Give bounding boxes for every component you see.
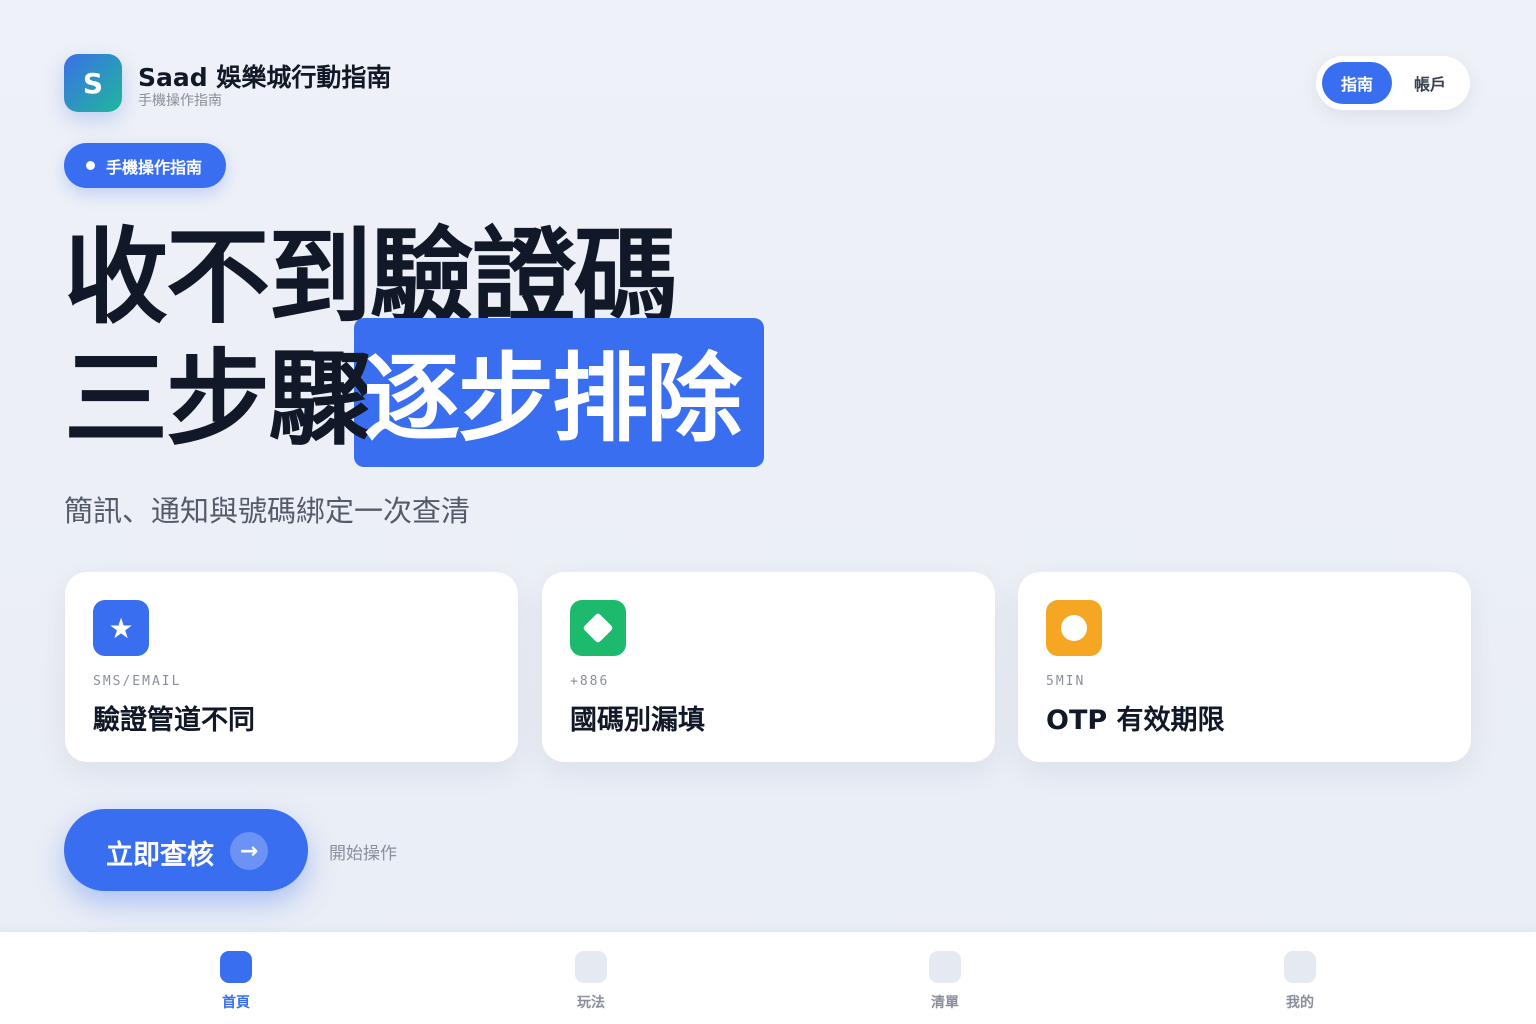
app-title: Saad 娛樂城行動指南 <box>138 63 392 92</box>
info-card-channel[interactable]: ★ SMS/EMAIL 驗證管道不同 <box>65 572 518 762</box>
star-icon: ★ <box>93 600 149 656</box>
card-tag: 5MIN <box>1046 674 1086 689</box>
list-icon <box>929 951 961 983</box>
tab-profile[interactable]: 我的 <box>1240 932 1360 1024</box>
tab-label: 首頁 <box>222 995 250 1011</box>
card-tag: +886 <box>570 674 610 689</box>
info-card-country-code[interactable]: +886 國碼別漏填 <box>542 572 995 762</box>
circle-icon <box>1046 600 1102 656</box>
cta-hint: 開始操作 <box>329 844 397 864</box>
logo-letter: S <box>82 66 104 100</box>
hero-title-line1: 收不到驗證碼 <box>64 216 678 338</box>
tab-label: 玩法 <box>577 995 605 1011</box>
segment-account-button[interactable]: 帳戶 <box>1396 62 1464 104</box>
check-now-button[interactable]: 立即查核 → <box>64 809 308 891</box>
dot-icon <box>86 161 95 170</box>
category-badge: 手機操作指南 <box>64 143 227 188</box>
tab-label: 我的 <box>1286 995 1314 1011</box>
card-title: 驗證管道不同 <box>93 705 255 736</box>
app-subtitle: 手機操作指南 <box>138 93 222 109</box>
profile-icon <box>1284 951 1316 983</box>
hero-title-line2: 三步驟 <box>64 338 372 460</box>
bottom-tab-bar: 首頁 玩法 清單 我的 <box>0 932 1536 1024</box>
arrow-right-icon: → <box>230 832 268 870</box>
hero-title-highlight: 逐步排除 <box>364 343 742 455</box>
tab-list[interactable]: 清單 <box>885 932 1005 1024</box>
play-icon <box>575 951 607 983</box>
segment-control: 指南 帳戶 <box>1316 56 1470 110</box>
card-title: OTP 有效期限 <box>1046 705 1225 736</box>
home-icon <box>220 951 252 983</box>
diamond-icon <box>570 600 626 656</box>
tab-label: 清單 <box>931 995 959 1011</box>
card-title: 國碼別漏填 <box>570 705 705 736</box>
card-tag: SMS/EMAIL <box>93 674 182 689</box>
cta-label: 立即查核 <box>106 840 214 871</box>
segment-guide-button[interactable]: 指南 <box>1322 62 1392 104</box>
info-card-otp[interactable]: 5MIN OTP 有效期限 <box>1018 572 1471 762</box>
tab-home[interactable]: 首頁 <box>176 932 296 1024</box>
tab-play[interactable]: 玩法 <box>531 932 651 1024</box>
badge-label: 手機操作指南 <box>106 157 203 177</box>
hero-subtitle: 簡訊、通知與號碼綁定一次查清 <box>64 494 471 528</box>
app-logo: S <box>64 54 122 112</box>
